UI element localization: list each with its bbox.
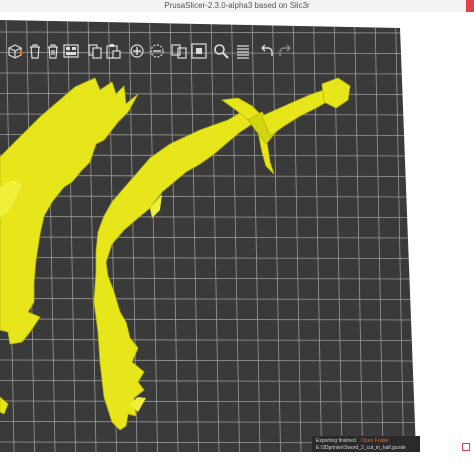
add-instance-icon[interactable] bbox=[128, 42, 146, 60]
delete-icon[interactable] bbox=[26, 42, 44, 60]
redo-icon[interactable] bbox=[276, 42, 294, 60]
search-icon[interactable] bbox=[212, 42, 230, 60]
window-title: PrusaSlicer-2.3.0-alpha3 based on Slic3r bbox=[164, 1, 310, 10]
window-close-button[interactable] bbox=[466, 0, 474, 12]
print-bed-scene[interactable] bbox=[0, 12, 474, 452]
open-folder-link[interactable]: Open Folder. bbox=[361, 438, 390, 444]
undo-icon[interactable] bbox=[258, 42, 276, 60]
grid-line bbox=[415, 20, 416, 452]
status-area bbox=[0, 452, 474, 474]
main-toolbar bbox=[0, 36, 300, 68]
add-icon[interactable] bbox=[6, 42, 24, 60]
3d-viewport[interactable]: Exporting finished. Open Folder. E:\3Dpri… bbox=[0, 12, 474, 452]
paste-icon[interactable] bbox=[104, 42, 122, 60]
delete-all-icon[interactable] bbox=[44, 42, 62, 60]
remove-instance-icon[interactable] bbox=[148, 42, 166, 60]
export-notification: Exporting finished. Open Folder. E:\3Dpri… bbox=[312, 436, 420, 452]
split-parts-icon[interactable] bbox=[190, 42, 208, 60]
split-objects-icon[interactable] bbox=[170, 42, 188, 60]
arrange-icon[interactable] bbox=[62, 42, 80, 60]
layers-icon[interactable] bbox=[234, 42, 252, 60]
copy-icon[interactable] bbox=[86, 42, 104, 60]
notification-message: Exporting finished. bbox=[316, 438, 358, 444]
notification-path: E:\3Dprinter\Sword_2_cut_in_half.gcode bbox=[316, 445, 406, 451]
window-titlebar: PrusaSlicer-2.3.0-alpha3 based on Slic3r bbox=[0, 0, 474, 12]
close-notification-icon[interactable] bbox=[462, 443, 470, 451]
print-bed bbox=[0, 20, 416, 452]
